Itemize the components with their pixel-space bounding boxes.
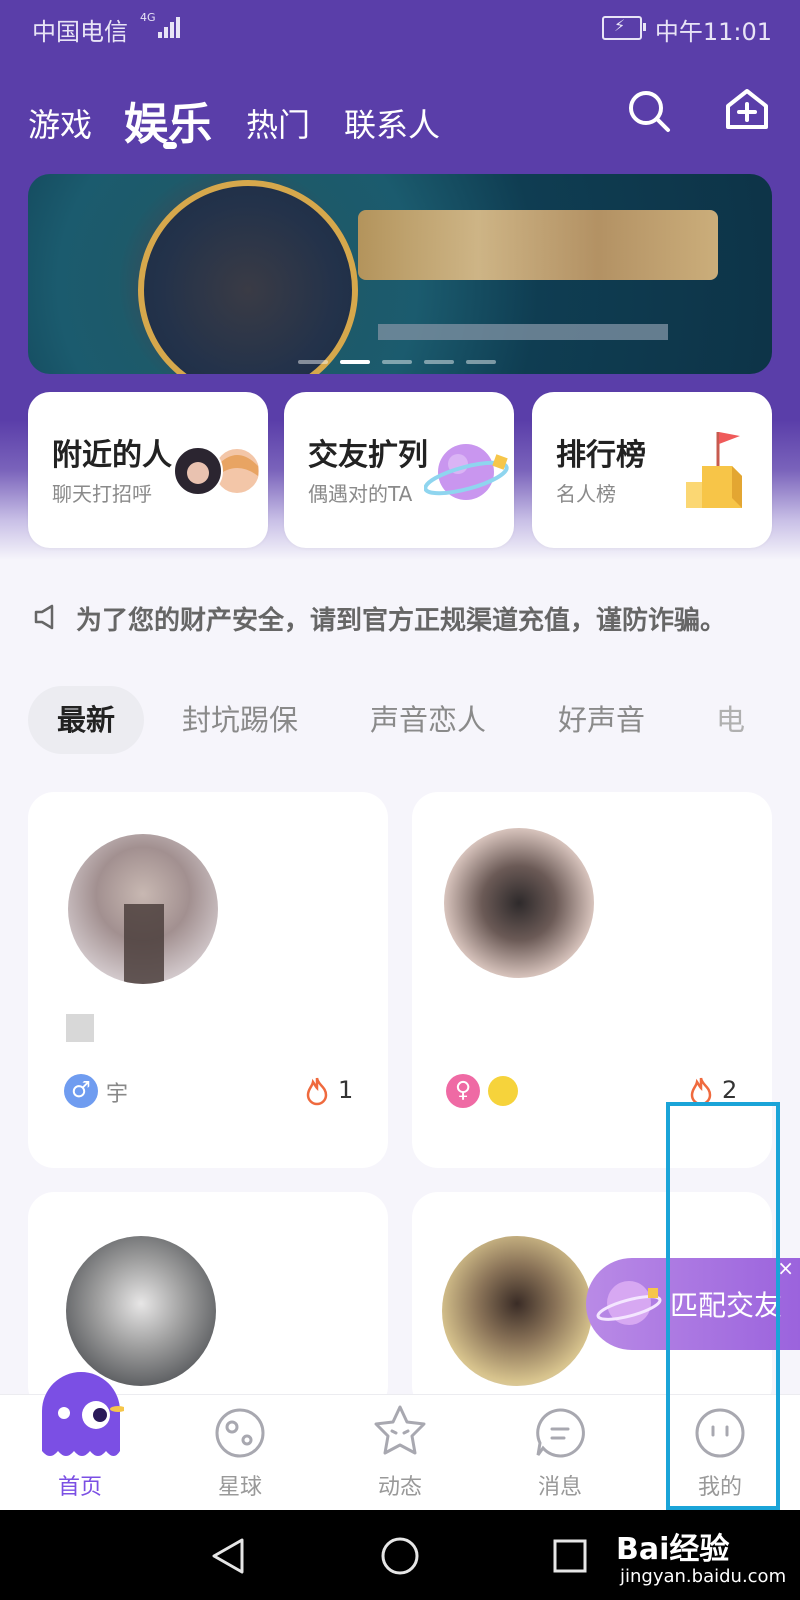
planet-icon — [596, 1281, 662, 1325]
feature-subtitle: 名人榜 — [556, 482, 616, 506]
category-item[interactable]: 封坑踢保 — [182, 686, 298, 754]
emoji-badge-icon — [488, 1076, 518, 1106]
nav-label: 首页 — [57, 1475, 102, 1500]
clock: 中午11:01 — [654, 18, 772, 46]
fire-icon — [306, 1077, 328, 1106]
category-overflow: 电台 — [716, 686, 772, 754]
signal-icon — [158, 16, 184, 38]
recents-icon[interactable] — [552, 1538, 588, 1574]
feature-title: 排行榜 — [556, 438, 646, 473]
male-icon: ♂ — [64, 1074, 98, 1108]
back-icon[interactable] — [210, 1536, 246, 1576]
system-nav-bar: Bai经验 jingyan.baidu.com — [0, 1510, 800, 1600]
status-bar: 中国电信 4G ⚡ 中午11:01 — [0, 0, 800, 56]
nav-home[interactable]: 首页 — [0, 1372, 160, 1511]
home-icon[interactable] — [380, 1536, 420, 1576]
avatars-icon — [173, 446, 261, 496]
tab-hot[interactable]: 热门 — [246, 100, 310, 146]
top-tabs: 游戏 娱乐 热门 联系人 — [0, 84, 800, 154]
avatar — [68, 834, 218, 984]
network-label: 4G — [140, 11, 156, 24]
watermark-url: jingyan.baidu.com — [620, 1566, 787, 1587]
watermark-brand: Bai经验 — [616, 1532, 730, 1567]
banner-headline-image — [358, 210, 718, 280]
nav-label: 星球 — [217, 1475, 262, 1500]
ghost-mascot-icon — [42, 1372, 124, 1456]
nav-label: 消息 — [537, 1475, 582, 1500]
planet-face-icon — [215, 1408, 265, 1458]
category-item[interactable]: 电台 — [716, 686, 772, 754]
nav-moments[interactable]: 动态 — [320, 1395, 480, 1511]
tab-contacts[interactable]: 联系人 — [344, 100, 440, 146]
banner-subline-image — [378, 324, 668, 340]
chat-bubble-icon — [536, 1408, 585, 1458]
highlight-box — [666, 1102, 780, 1510]
battery-icon: ⚡ — [602, 16, 646, 40]
feature-make-friends[interactable]: 交友扩列 偶遇对的TA — [284, 392, 514, 548]
carrier-label: 中国电信 — [32, 18, 128, 46]
star-face-icon — [374, 1405, 426, 1455]
planet-icon — [424, 444, 509, 500]
category-item[interactable]: 好声音 — [558, 686, 645, 754]
room-card[interactable]: ♂ 宇 1 — [28, 792, 388, 1168]
nav-label: 动态 — [377, 1475, 422, 1500]
safety-notice: 为了您的财产安全，请到官方正规渠道充值，谨防诈骗。 — [34, 598, 800, 638]
hot-count: 2 — [722, 1076, 738, 1104]
search-icon[interactable] — [626, 88, 672, 134]
avatar — [444, 828, 594, 978]
feature-nearby[interactable]: 附近的人 聊天打招呼 — [28, 392, 268, 548]
avatar — [66, 1236, 216, 1386]
nav-planet[interactable]: 星球 — [160, 1395, 320, 1511]
notice-text: 为了您的财产安全，请到官方正规渠道充值，谨防诈骗。 — [76, 606, 727, 636]
podium-flag-icon — [686, 432, 742, 508]
home-plus-icon[interactable] — [724, 86, 770, 132]
category-latest[interactable]: 最新 — [28, 686, 144, 754]
feature-subtitle: 偶遇对的TA — [308, 482, 413, 506]
feature-subtitle: 聊天打招呼 — [52, 482, 152, 506]
room-title-image — [66, 1014, 94, 1042]
feature-title: 附近的人 — [52, 438, 172, 473]
room-tag: 宇 — [106, 1082, 129, 1107]
banner-pager — [298, 360, 528, 366]
feature-title: 交友扩列 — [308, 438, 428, 473]
speaker-icon — [34, 604, 54, 630]
female-icon: ♀ — [446, 1074, 480, 1108]
tab-games[interactable]: 游戏 — [28, 100, 92, 146]
feature-leaderboard[interactable]: 排行榜 名人榜 — [532, 392, 772, 548]
hot-count: 1 — [338, 1076, 354, 1104]
nav-messages[interactable]: 消息 — [480, 1395, 640, 1511]
active-tab-indicator — [163, 142, 177, 149]
category-item[interactable]: 声音恋人 — [370, 686, 486, 754]
zodiac-wheel-image — [138, 180, 358, 374]
avatar — [442, 1236, 592, 1386]
promo-banner[interactable] — [28, 174, 772, 374]
